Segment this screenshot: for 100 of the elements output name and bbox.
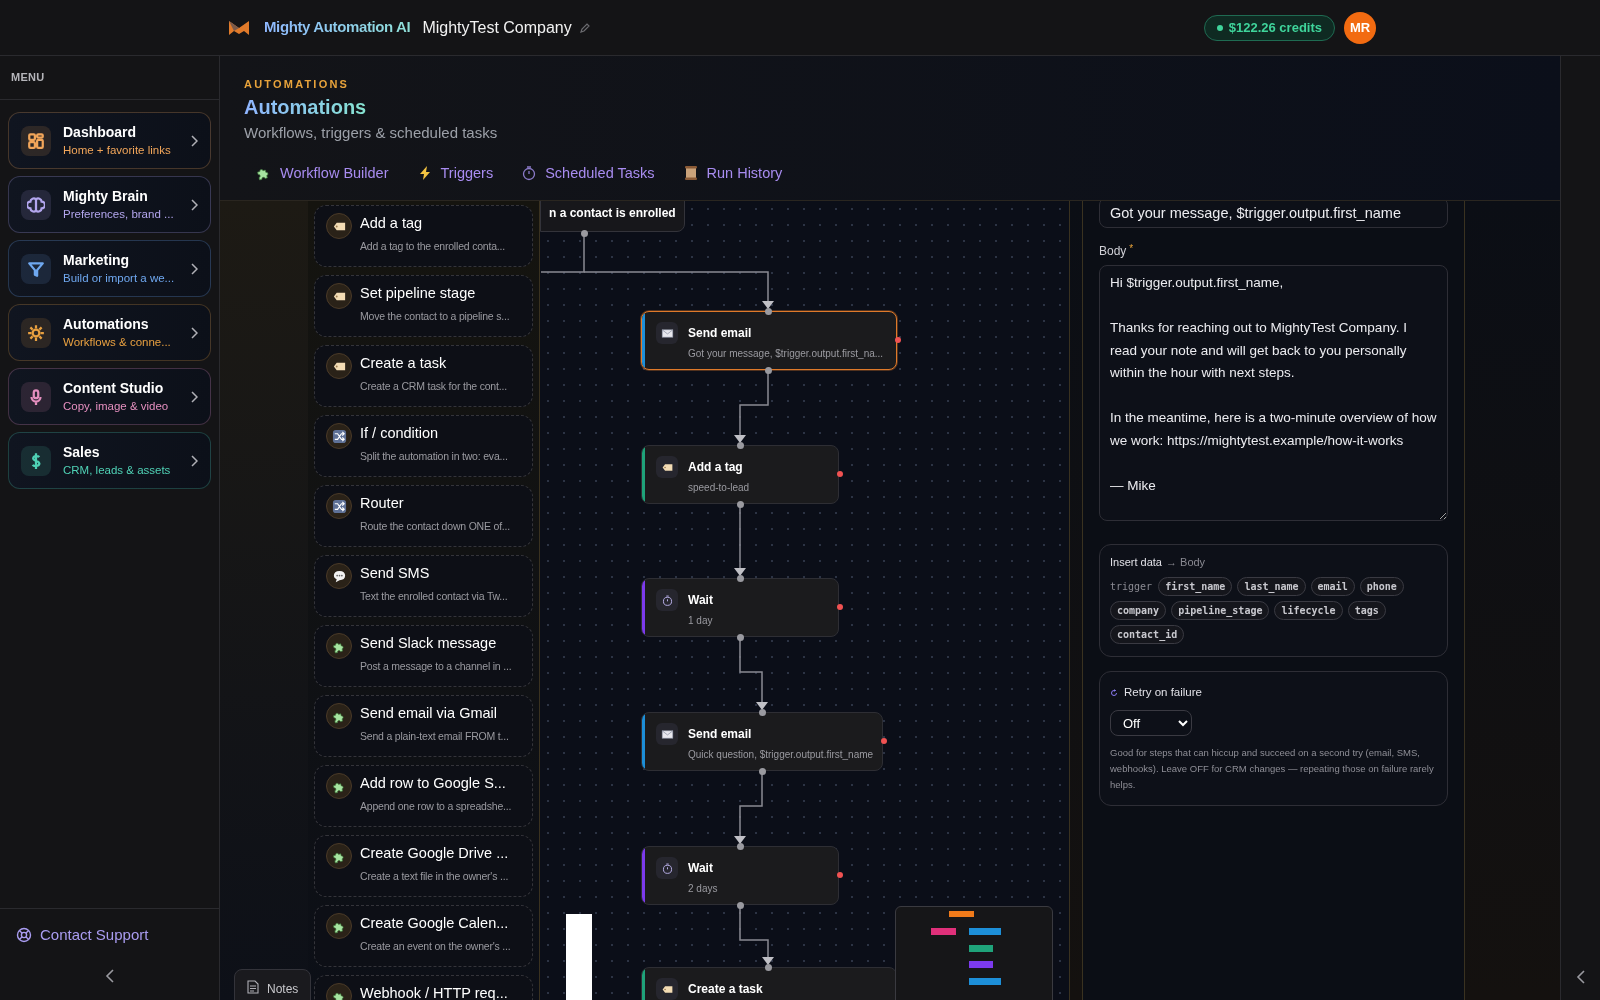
expand-panel-icon[interactable]	[1575, 970, 1586, 984]
palette-item[interactable]: Send email via Gmail Send a plain-text email FROM t...	[314, 695, 533, 757]
sidebar-item[interactable]: Mighty Brain Preferences, brand ...	[8, 176, 211, 233]
connection-port[interactable]	[737, 902, 744, 909]
item-subtitle: CRM, leads & assets	[63, 463, 172, 478]
workflow-node[interactable]: Create a task	[641, 967, 897, 1000]
connection-port[interactable]	[759, 709, 766, 716]
palette-item[interactable]: Set pipeline stage Move the contact to a pipeline s...	[314, 275, 533, 337]
tab[interactable]: Workflow Builder	[256, 163, 389, 183]
chevron-right-icon	[190, 326, 198, 339]
chevron-right-icon	[190, 454, 198, 467]
palette-item[interactable]: Router Route the contact down ONE of...	[314, 485, 533, 547]
item-description: Route the contact down ONE of...	[360, 519, 511, 533]
palette-item[interactable]: Create a task Create a CRM task for the cont...	[314, 345, 533, 407]
field-chip[interactable]: pipeline_stage	[1171, 601, 1270, 620]
field-label: Retry on failure	[1124, 685, 1202, 700]
chevron-right-icon	[190, 198, 198, 211]
field-chip[interactable]: company	[1110, 601, 1167, 620]
item-title: If / condition	[360, 424, 440, 442]
output-port[interactable]	[837, 872, 843, 878]
item-title: Create Google Drive ...	[360, 844, 509, 862]
company-name: MightyTest Company	[422, 17, 572, 38]
connection-port[interactable]	[765, 367, 772, 374]
edit-icon[interactable]	[579, 22, 590, 33]
shuffle-icon	[331, 498, 347, 514]
retry-select[interactable]: Off	[1110, 710, 1192, 737]
field-chip[interactable]: email	[1310, 577, 1355, 596]
palette-item[interactable]: Add row to Google S... Append one row to a spreadshe...	[314, 765, 533, 827]
workflow-node[interactable]: Wait 1 day	[641, 578, 839, 637]
item-title: Create Google Calen...	[360, 914, 510, 932]
card-title: Insert data	[1110, 555, 1162, 569]
chevron-right-icon	[190, 262, 198, 275]
field-chip[interactable]: tags	[1347, 601, 1386, 620]
tab[interactable]: Run History	[682, 163, 783, 183]
field-chip[interactable]: contact_id	[1110, 625, 1185, 644]
output-port[interactable]	[837, 604, 843, 610]
sidebar-item[interactable]: Content Studio Copy, image & video	[8, 368, 211, 425]
workflow-node[interactable]: Wait 2 days	[641, 846, 839, 905]
connection-port[interactable]	[737, 634, 744, 641]
workflow-node[interactable]: Send email Quick question, $trigger.output.first_name	[641, 712, 883, 771]
item-description: Create a text file in the owner's ...	[360, 869, 509, 883]
tab[interactable]: Triggers	[416, 163, 494, 183]
sidebar-item[interactable]: Marketing Build or import a we...	[8, 240, 211, 297]
item-title: Set pipeline stage	[360, 284, 477, 302]
notes-button[interactable]: Notes	[234, 969, 312, 1000]
page-subtitle: Workflows, triggers & scheduled tasks	[244, 123, 499, 143]
body-field[interactable]: Hi $trigger.output.first_name, Thanks for reaching out to MightyTest Company. I read your note and will get back to you personally within the hour with next steps. In the meantime, here is a two-minute overview of how we work: https://mightytest.example/how-it-works — Mike	[1099, 265, 1448, 521]
output-port[interactable]	[895, 337, 901, 343]
sidebar-item[interactable]: Sales CRM, leads & assets	[8, 432, 211, 489]
palette-item[interactable]: Send SMS Text the enrolled contact via Tw...	[314, 555, 533, 617]
item-title: Automations	[63, 315, 150, 333]
item-title: Content Studio	[63, 379, 165, 397]
item-description: Move the contact to a pipeline s...	[360, 309, 510, 323]
tab[interactable]: Scheduled Tasks	[521, 163, 655, 183]
item-subtitle: Workflows & conne...	[63, 335, 172, 350]
item-title: Send email via Gmail	[360, 704, 498, 722]
palette-item[interactable]: Send Slack message Post a message to a channel in ...	[314, 625, 533, 687]
field-chip[interactable]: last_name	[1237, 577, 1306, 596]
connection-port[interactable]	[737, 501, 744, 508]
item-title: Mighty Brain	[63, 187, 149, 205]
connection-port[interactable]	[765, 964, 772, 971]
connection-port[interactable]	[737, 843, 744, 850]
menu-heading: MENU	[11, 70, 45, 86]
subject-field[interactable]: Got your message, $trigger.output.first_name	[1099, 201, 1448, 228]
node-detail: Quick question, $trigger.output.first_name	[688, 748, 874, 761]
workflow-node[interactable]: Add a tag speed-to-lead	[641, 445, 839, 504]
contact-support-link[interactable]: Contact Support	[0, 909, 219, 947]
item-subtitle: Preferences, brand ...	[63, 207, 175, 222]
item-description: Text the enrolled contact via Tw...	[360, 589, 508, 603]
document-icon	[247, 980, 259, 994]
sidebar-item[interactable]: Dashboard Home + favorite links	[8, 112, 211, 169]
field-chip[interactable]: phone	[1359, 577, 1404, 596]
node-title: Send email	[688, 325, 753, 341]
output-port[interactable]	[881, 738, 887, 744]
connection-port[interactable]	[581, 230, 588, 237]
field-chip[interactable]: lifecycle	[1274, 601, 1343, 620]
field-chip[interactable]: first_name	[1158, 577, 1233, 596]
palette-item[interactable]: Add a tag Add a tag to the enrolled conta...	[314, 205, 533, 267]
item-description: Post a message to a channel in ...	[360, 659, 512, 673]
data-source: trigger	[1110, 580, 1153, 594]
item-title: Dashboard	[63, 123, 138, 141]
sidebar-item[interactable]: Automations Workflows & conne...	[8, 304, 211, 361]
node-detail: Got your message, $trigger.output.first_na...	[688, 347, 884, 360]
item-title: Sales	[63, 443, 101, 461]
credits-badge[interactable]: $122.26 credits	[1203, 14, 1335, 41]
output-port[interactable]	[837, 471, 843, 477]
minimap[interactable]	[895, 906, 1053, 1000]
collapse-icon[interactable]	[104, 968, 115, 983]
palette-item[interactable]: Create Google Calen... Create an event on the owner's ...	[314, 905, 533, 967]
connection-port[interactable]	[737, 442, 744, 449]
item-description: Send a plain-text email FROM t...	[360, 729, 509, 743]
item-description: Add a tag to the enrolled conta...	[360, 239, 505, 253]
connection-port[interactable]	[737, 575, 744, 582]
connection-port[interactable]	[759, 768, 766, 775]
connection-port[interactable]	[765, 308, 772, 315]
palette-item[interactable]: If / condition Split the automation in two: eva...	[314, 415, 533, 477]
workflow-node[interactable]: Send email Got your message, $trigger.output.first_na...	[641, 311, 897, 370]
node-title: Create a task	[688, 981, 763, 997]
item-title: Add a tag	[360, 214, 424, 232]
palette-item[interactable]: Create Google Drive ... Create a text file in the owner's ...	[314, 835, 533, 897]
